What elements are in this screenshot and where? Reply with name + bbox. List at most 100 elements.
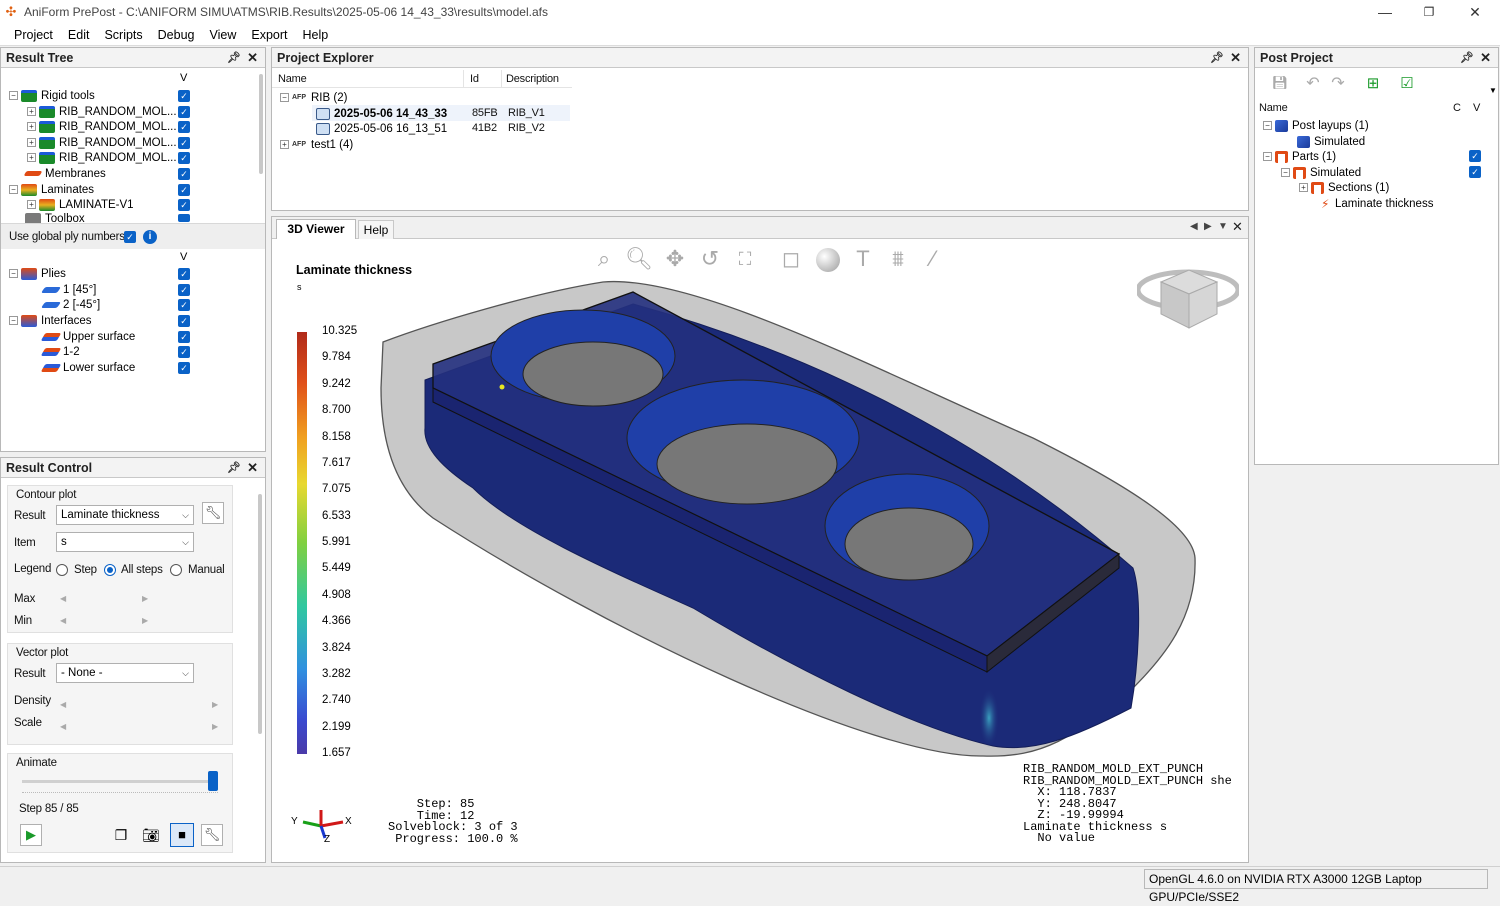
apply-icon[interactable]: ☑ <box>1396 73 1418 93</box>
visibility-checkbox[interactable]: ✓ <box>178 362 190 374</box>
expand-icon[interactable]: + <box>27 153 36 162</box>
close-panel-icon[interactable]: ✕ <box>1230 50 1241 66</box>
save-icon[interactable]: 💾︎ <box>1269 73 1291 93</box>
visibility-checkbox[interactable]: ✓ <box>178 331 190 343</box>
menu-view[interactable]: View <box>210 28 237 42</box>
tab-3d-viewer[interactable]: 3D Viewer <box>276 219 356 239</box>
expand-icon[interactable]: + <box>280 140 289 149</box>
tree-item-laminates[interactable]: − Laminates <box>9 182 94 197</box>
visibility-checkbox[interactable] <box>178 214 190 222</box>
expand-icon[interactable]: + <box>1299 183 1308 192</box>
scrollbar[interactable] <box>258 494 262 734</box>
tree-item-plies[interactable]: − Plies <box>9 266 66 281</box>
tree-item-tool-2[interactable]: + RIB_RANDOM_MOL... <box>27 119 177 134</box>
visibility-checkbox[interactable]: ✓ <box>1469 166 1481 178</box>
explorer-row-result-1[interactable]: 2025-05-06 14_43_33 <box>316 106 447 121</box>
close-panel-icon[interactable]: ✕ <box>1480 50 1491 66</box>
tree-item-ply-1[interactable]: 1 [45°] <box>40 282 96 297</box>
tree-item-ply-2[interactable]: 2 [-45°] <box>40 297 100 312</box>
wrench-icon[interactable]: 🔧︎ <box>202 502 224 524</box>
slider-left-icon[interactable]: ◀ <box>60 616 66 625</box>
tree-item-membranes[interactable]: Membranes <box>23 166 106 181</box>
legend-step-radio[interactable] <box>56 564 68 576</box>
menu-debug[interactable]: Debug <box>158 28 195 42</box>
slider-right-icon[interactable]: ▶ <box>142 594 148 603</box>
visibility-checkbox[interactable]: ✓ <box>178 168 190 180</box>
tree-item-tool-3[interactable]: + RIB_RANDOM_MOL... <box>27 135 177 150</box>
menu-project[interactable]: Project <box>14 28 53 42</box>
menu-edit[interactable]: Edit <box>68 28 90 42</box>
expand-icon[interactable]: + <box>27 122 36 131</box>
tree-item-rigid-tools[interactable]: − Rigid tools <box>9 88 95 103</box>
collapse-icon[interactable]: − <box>9 269 18 278</box>
visibility-checkbox[interactable]: ✓ <box>178 346 190 358</box>
explorer-row-result-2[interactable]: 2025-05-06 16_13_51 <box>316 121 447 136</box>
close-panel-icon[interactable]: ✕ <box>247 50 258 66</box>
slider-left-icon[interactable]: ◀ <box>60 594 66 603</box>
tab-list-icon[interactable]: ▼ <box>1218 221 1228 232</box>
undo-icon[interactable]: ↶ <box>1302 73 1324 93</box>
column-name[interactable]: Name <box>278 73 307 85</box>
add-post-item-icon[interactable]: ⊞ <box>1362 73 1384 93</box>
visibility-checkbox[interactable]: ✓ <box>178 106 190 118</box>
pin-icon[interactable]: 📌︎ <box>1460 51 1474 64</box>
camera-icon[interactable]: 📷︎ <box>140 824 162 846</box>
slider-right-icon[interactable]: ▶ <box>142 616 148 625</box>
info-icon[interactable]: i <box>143 230 157 244</box>
post-item-parts[interactable]: − Parts (1) <box>1263 149 1336 164</box>
tree-item-upper-surface[interactable]: Upper surface <box>40 329 135 344</box>
post-item-layups[interactable]: − Post layups (1) <box>1263 118 1369 133</box>
column-description[interactable]: Description <box>506 73 559 85</box>
close-panel-icon[interactable]: ✕ <box>247 460 258 476</box>
visibility-checkbox[interactable]: ✓ <box>178 121 190 133</box>
scrollbar[interactable] <box>259 74 263 174</box>
slider-right-icon[interactable]: ▶ <box>212 722 218 731</box>
tree-item-lower-surface[interactable]: Lower surface <box>40 360 135 375</box>
expand-icon[interactable]: + <box>27 138 36 147</box>
visibility-checkbox[interactable]: ✓ <box>178 184 190 196</box>
overflow-icon[interactable]: ▼ <box>1489 86 1497 95</box>
visibility-checkbox[interactable]: ✓ <box>178 90 190 102</box>
maximize-button[interactable]: ❐ <box>1406 0 1452 24</box>
menu-help[interactable]: Help <box>303 28 329 42</box>
visibility-checkbox[interactable]: ✓ <box>178 152 190 164</box>
legend-all-steps-radio[interactable] <box>104 564 116 576</box>
visibility-checkbox[interactable]: ✓ <box>178 137 190 149</box>
pin-icon[interactable]: 📌︎ <box>227 461 241 474</box>
animate-slider-thumb[interactable] <box>208 771 218 791</box>
tab-scroll-right-icon[interactable]: ▶ <box>1204 221 1212 232</box>
slider-right-icon[interactable]: ▶ <box>212 700 218 709</box>
expand-icon[interactable]: + <box>27 200 36 209</box>
collapse-icon[interactable]: − <box>1263 121 1272 130</box>
post-item-part-simulated[interactable]: − Simulated <box>1281 165 1361 180</box>
global-ply-checkbox[interactable]: ✓ <box>124 231 136 243</box>
copy-frames-icon[interactable]: ❐ <box>110 824 132 846</box>
expand-icon[interactable]: + <box>27 107 36 116</box>
tree-item-tool-1[interactable]: + RIB_RANDOM_MOL... <box>27 104 177 119</box>
play-icon[interactable]: ▶ <box>20 824 42 846</box>
pin-icon[interactable]: 📌︎ <box>227 51 241 64</box>
menu-scripts[interactable]: Scripts <box>104 28 142 42</box>
legend-manual-radio[interactable] <box>170 564 182 576</box>
collapse-icon[interactable]: − <box>280 93 289 102</box>
close-panel-icon[interactable]: ✕ <box>1232 219 1243 235</box>
slider-left-icon[interactable]: ◀ <box>60 722 66 731</box>
visibility-checkbox[interactable]: ✓ <box>178 284 190 296</box>
visibility-checkbox[interactable]: ✓ <box>178 299 190 311</box>
collapse-icon[interactable]: − <box>9 91 18 100</box>
post-item-layup-simulated[interactable]: Simulated <box>1297 134 1365 149</box>
vector-result-select[interactable]: - None - ⌵ <box>56 663 194 683</box>
close-button[interactable]: ✕ <box>1452 0 1498 24</box>
collapse-icon[interactable]: − <box>9 316 18 325</box>
explorer-row-rib[interactable]: − AFP RIB (2) <box>280 90 347 105</box>
tree-item-interfaces[interactable]: − Interfaces <box>9 313 92 328</box>
pin-icon[interactable]: 📌︎ <box>1210 51 1224 64</box>
collapse-icon[interactable]: − <box>1281 168 1290 177</box>
video-record-icon[interactable]: ■ <box>170 823 194 847</box>
menu-export[interactable]: Export <box>251 28 287 42</box>
visibility-checkbox[interactable]: ✓ <box>1469 150 1481 162</box>
visibility-checkbox[interactable]: ✓ <box>178 199 190 211</box>
item-select[interactable]: s ⌵ <box>56 532 194 552</box>
collapse-icon[interactable]: − <box>1263 152 1272 161</box>
wrench-icon[interactable]: 🔧︎ <box>201 824 223 846</box>
